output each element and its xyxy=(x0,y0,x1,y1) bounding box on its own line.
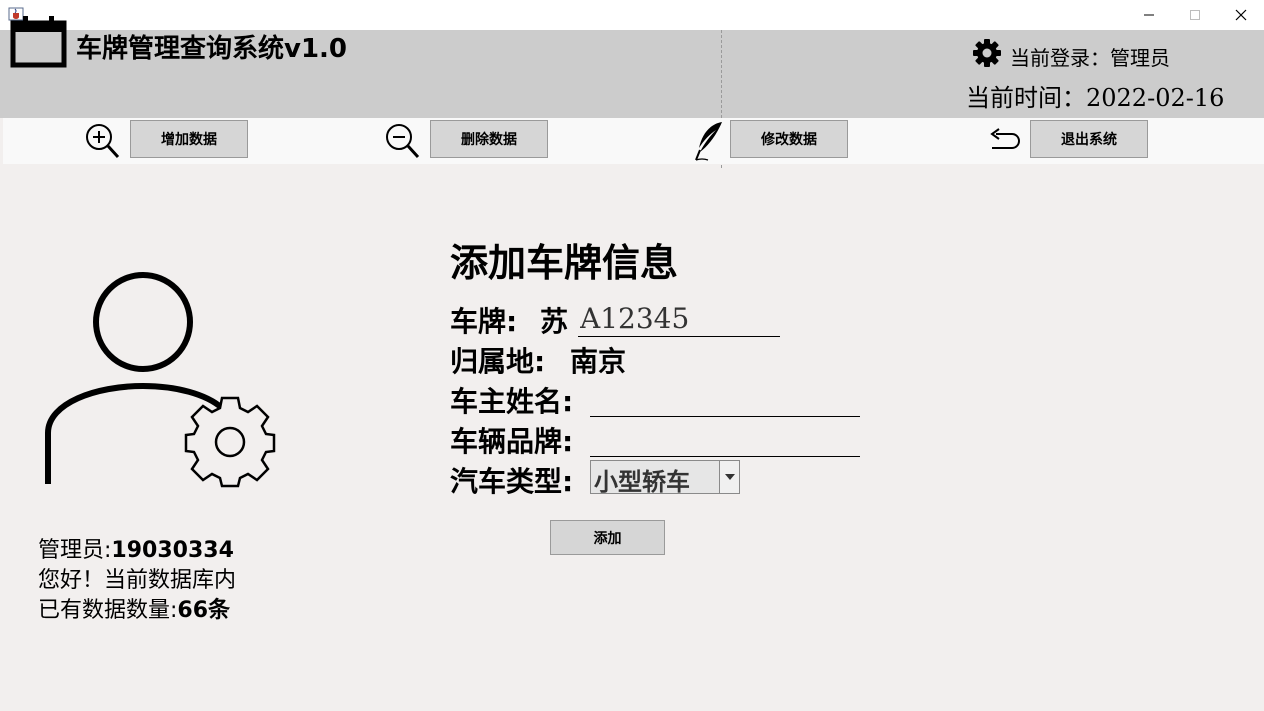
add-data-button[interactable]: 增加数据 xyxy=(130,120,248,158)
current-time: 当前时间：2022-02-16 xyxy=(966,78,1224,113)
login-label: 当前登录： xyxy=(1010,46,1110,70)
minimize-icon xyxy=(1144,14,1154,16)
owner-name-input[interactable] xyxy=(590,382,860,417)
dropdown-arrow-button[interactable] xyxy=(719,461,739,493)
exit-system-button[interactable]: 退出系统 xyxy=(1030,120,1148,158)
vehicle-type-value: 小型轿车 xyxy=(594,468,690,496)
close-icon xyxy=(1235,9,1247,21)
maximize-icon xyxy=(1190,10,1200,20)
minimize-button[interactable] xyxy=(1126,0,1172,30)
app-title: 车牌管理查询系统v1.0 xyxy=(76,34,348,64)
vehicle-type-label: 汽车类型: xyxy=(450,465,574,498)
window-title-bar xyxy=(0,0,1264,30)
login-status: 当前登录：管理员 xyxy=(1010,42,1170,71)
record-count-value: 66条 xyxy=(177,598,231,623)
time-label: 当前时间： xyxy=(966,84,1086,112)
zoom-out-icon xyxy=(386,124,420,159)
form-title: 添加车牌信息 xyxy=(450,241,679,285)
plate-number-input[interactable] xyxy=(578,300,780,337)
admin-id-line: 管理员:19030334 xyxy=(38,532,234,564)
modify-data-button[interactable]: 修改数据 xyxy=(730,120,848,158)
time-value: 2022-02-16 xyxy=(1086,84,1225,112)
delete-data-button[interactable]: 删除数据 xyxy=(430,120,548,158)
vehicle-brand-input[interactable] xyxy=(590,422,860,457)
admin-id: 19030334 xyxy=(111,538,234,563)
vehicle-type-select[interactable]: 小型轿车 xyxy=(590,460,740,496)
vehicle-brand-label: 车辆品牌: xyxy=(450,425,574,458)
submit-add-button[interactable]: 添加 xyxy=(550,520,665,555)
region-value: 南京 xyxy=(570,345,627,378)
admin-label: 管理员: xyxy=(38,538,112,563)
plate-province-prefix: 苏 xyxy=(540,305,569,338)
owner-name-label: 车主姓名: xyxy=(450,385,574,418)
region-label: 归属地: xyxy=(450,345,546,378)
chevron-down-icon xyxy=(724,474,735,480)
greeting-line: 您好！当前数据库内 xyxy=(38,568,237,593)
maximize-button[interactable] xyxy=(1172,0,1218,30)
return-arrow-icon xyxy=(990,128,1020,149)
quill-pen-icon xyxy=(695,122,722,161)
admin-user-icon xyxy=(45,272,276,488)
login-user: 管理员 xyxy=(1110,46,1170,70)
calendar-icon xyxy=(10,16,67,68)
close-button[interactable] xyxy=(1218,0,1264,30)
record-count-line: 已有数据数量:66条 xyxy=(38,592,230,624)
gear-icon xyxy=(973,39,1001,67)
plate-label: 车牌: xyxy=(450,305,518,338)
zoom-in-icon xyxy=(86,124,120,159)
record-count-label: 已有数据数量: xyxy=(38,598,178,623)
